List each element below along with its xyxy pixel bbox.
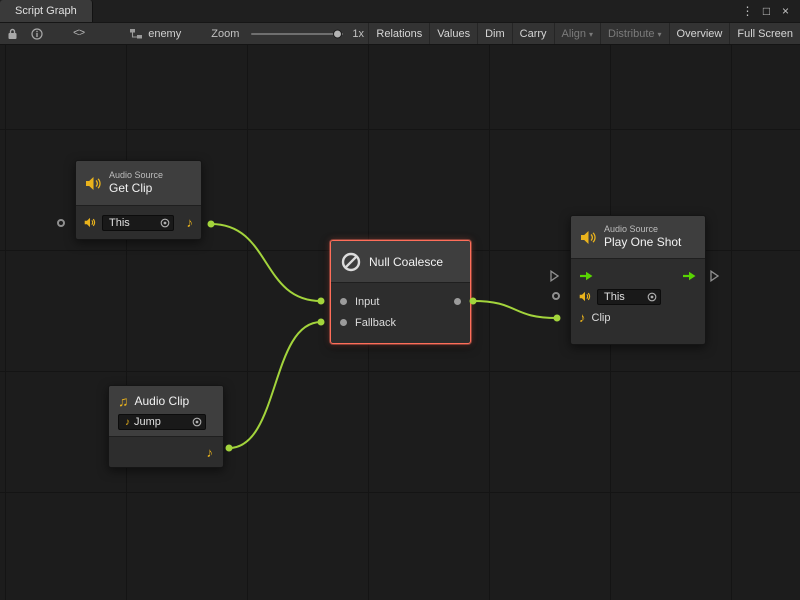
playoneshot-flow-out-port[interactable] xyxy=(710,270,719,282)
node-header: Audio Source Play One Shot xyxy=(571,216,705,259)
graph-toolbar: <> enemy Zoom 1x Relations Values Dim Ca… xyxy=(0,22,800,45)
zoom-slider-knob[interactable] xyxy=(333,29,342,38)
window-controls: ⋮ □ × xyxy=(739,0,800,22)
audio-clip-value-icon: ♪ xyxy=(125,417,130,428)
align-button[interactable]: Align▾ xyxy=(554,23,600,44)
info-icon[interactable] xyxy=(31,28,43,40)
node-audio-clip[interactable]: ♫ Audio Clip ♪ Jump ♪ xyxy=(108,385,224,468)
audio-clip-output-port[interactable]: ♪ xyxy=(187,216,194,229)
audio-source-port-icon[interactable] xyxy=(579,291,591,302)
audio-source-icon xyxy=(85,176,102,191)
node-header: Audio Source Get Clip xyxy=(76,161,201,206)
audio-clip-input-port[interactable]: ♪ xyxy=(579,311,586,324)
getclip-target-input-port[interactable] xyxy=(57,219,65,227)
zoom-slider[interactable] xyxy=(251,33,343,35)
dropdown-caret-icon: ▾ xyxy=(589,30,593,39)
graph-name: enemy xyxy=(148,28,181,40)
node-title: Audio Clip xyxy=(135,394,190,408)
node-body: This ♪ Clip xyxy=(571,259,705,344)
menu-icon[interactable]: ⋮ xyxy=(739,0,756,22)
script-graph-icon xyxy=(130,29,142,39)
target-value: This xyxy=(604,291,625,303)
tab-title: Script Graph xyxy=(15,5,77,17)
node-title: Get Clip xyxy=(109,181,163,195)
object-picker-icon[interactable] xyxy=(192,417,202,427)
node-title: Null Coalesce xyxy=(369,255,443,269)
node-header: ♫ Audio Clip ♪ Jump xyxy=(109,386,223,437)
graph-breadcrumb[interactable]: enemy xyxy=(130,28,181,40)
object-picker-icon[interactable] xyxy=(160,218,170,228)
null-coalesce-icon xyxy=(340,251,362,273)
input-port-label: Input xyxy=(355,296,379,308)
flow-out-arrow-icon[interactable] xyxy=(682,271,697,281)
toolbar-buttons: Relations Values Dim Carry Align▾ Distri… xyxy=(368,23,800,44)
node-null-coalesce[interactable]: Null Coalesce Input Fallback xyxy=(330,240,471,344)
flow-in-arrow-icon[interactable] xyxy=(579,271,594,281)
audio-clip-output-port[interactable]: ♪ xyxy=(207,446,214,459)
node-category: Audio Source xyxy=(109,170,163,181)
node-body: Input Fallback xyxy=(331,283,470,343)
target-value: This xyxy=(109,217,130,229)
node-header: Null Coalesce xyxy=(331,241,470,283)
maximize-icon[interactable]: □ xyxy=(758,0,775,22)
values-button[interactable]: Values xyxy=(429,23,477,44)
dim-button[interactable]: Dim xyxy=(477,23,512,44)
overview-button[interactable]: Overview xyxy=(669,23,730,44)
clip-port-label: Clip xyxy=(592,312,611,324)
code-icon[interactable]: <> xyxy=(73,28,84,40)
tab-bar: Script Graph ⋮ □ × xyxy=(0,0,800,22)
audio-clip-value: Jump xyxy=(134,416,161,428)
audio-clip-icon: ♫ xyxy=(118,393,129,409)
target-dropdown[interactable]: This xyxy=(102,215,174,231)
node-body: ♪ xyxy=(109,437,223,467)
zoom-value: 1x xyxy=(352,28,364,40)
playoneshot-target-input-port[interactable] xyxy=(552,292,560,300)
audio-source-icon xyxy=(580,230,597,245)
fallback-port-label: Fallback xyxy=(355,317,396,329)
object-picker-icon[interactable] xyxy=(647,292,657,302)
node-audio-source-play-one-shot[interactable]: Audio Source Play One Shot This ♪ Clip xyxy=(570,215,706,345)
input-port[interactable] xyxy=(340,298,347,305)
dropdown-caret-icon: ▾ xyxy=(658,30,662,39)
audio-clip-dropdown[interactable]: ♪ Jump xyxy=(118,414,206,430)
node-category: Audio Source xyxy=(604,224,681,235)
node-body: This ♪ xyxy=(76,206,201,239)
relations-button[interactable]: Relations xyxy=(368,23,429,44)
playoneshot-flow-in-port[interactable] xyxy=(550,270,559,282)
carry-button[interactable]: Carry xyxy=(512,23,554,44)
audio-source-port-icon[interactable] xyxy=(84,217,96,228)
close-icon[interactable]: × xyxy=(777,0,794,22)
full-screen-button[interactable]: Full Screen xyxy=(729,23,800,44)
result-output-port[interactable] xyxy=(454,298,461,305)
tab-script-graph[interactable]: Script Graph xyxy=(0,0,93,22)
zoom-label: Zoom xyxy=(211,28,239,40)
distribute-button[interactable]: Distribute▾ xyxy=(600,23,668,44)
target-dropdown[interactable]: This xyxy=(597,289,661,305)
node-audio-source-get-clip[interactable]: Audio Source Get Clip This ♪ xyxy=(75,160,202,240)
node-title: Play One Shot xyxy=(604,235,681,249)
lock-icon[interactable] xyxy=(7,28,18,40)
fallback-port[interactable] xyxy=(340,319,347,326)
